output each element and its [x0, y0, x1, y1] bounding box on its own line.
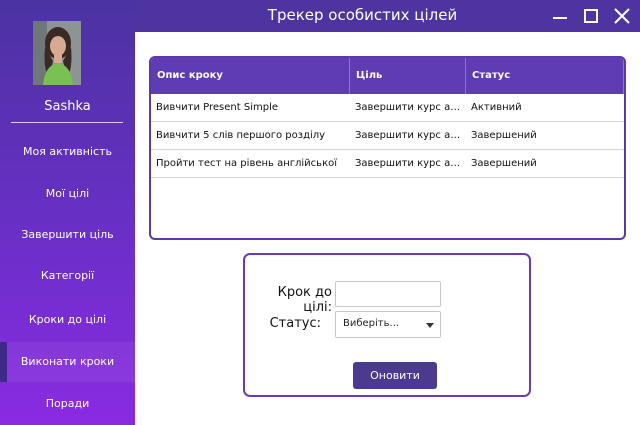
table-row[interactable]: Пройти тест на рівень англійської Заверш…	[151, 150, 624, 178]
nav-item-categories[interactable]: Категорії	[0, 256, 135, 296]
cell-step: Вивчити Present Simple	[156, 102, 279, 113]
close-button[interactable]	[610, 4, 634, 28]
update-button[interactable]: Оновити	[353, 362, 437, 389]
nav-item-my-activity[interactable]: Моя активність	[0, 132, 135, 172]
cell-goal: Завершити курс англ...	[355, 130, 466, 141]
chevron-down-icon	[426, 323, 434, 328]
steps-table: Опис кроку Ціль Статус ⋮ Вивчити Present…	[149, 56, 626, 240]
window-title: Трекер особистих цілей	[267, 6, 458, 24]
update-step-form: Крок до цілі: Статус: Виберіть... Оновит…	[243, 253, 531, 397]
status-select[interactable]: Виберіть...	[335, 311, 441, 338]
cell-status: Активний	[471, 102, 522, 113]
nav-item-complete-steps[interactable]: Виконати кроки	[0, 342, 135, 382]
status-label: Статус:	[269, 316, 321, 331]
user-name: Sashka	[44, 99, 91, 114]
nav-item-complete-goal[interactable]: Завершити ціль	[0, 215, 135, 255]
minimize-icon	[553, 17, 567, 19]
column-header-step[interactable]: Опис кроку	[151, 58, 350, 94]
nav-item-tips[interactable]: Поради	[0, 384, 135, 424]
cell-goal: Завершити курс англ...	[355, 102, 466, 113]
avatar	[33, 21, 81, 85]
cell-status: Завершений	[471, 130, 537, 141]
maximize-button[interactable]	[579, 4, 603, 28]
column-menu-icon[interactable]: ⋮	[620, 66, 624, 76]
column-header-goal[interactable]: Ціль	[350, 58, 466, 94]
cell-goal: Завершити курс англ...	[355, 158, 466, 169]
step-label: Крок до цілі:	[277, 285, 332, 315]
cell-step: Вивчити 5 слів першого розділу	[156, 130, 326, 141]
minimize-button[interactable]	[548, 4, 572, 28]
step-input[interactable]	[335, 281, 441, 307]
table-row[interactable]: Вивчити 5 слів першого розділу Завершити…	[151, 122, 624, 150]
user-divider	[11, 122, 123, 123]
close-icon	[614, 8, 630, 24]
column-header-status[interactable]: Статус	[466, 58, 624, 94]
avatar-image	[33, 21, 81, 85]
cell-status: Завершений	[471, 158, 537, 169]
nav-item-my-goals[interactable]: Мої цілі	[0, 174, 135, 214]
active-nav-indicator	[0, 342, 7, 382]
status-select-value: Виберіть...	[343, 318, 400, 329]
table-row[interactable]: Вивчити Present Simple Завершити курс ан…	[151, 94, 624, 122]
nav-item-goal-steps[interactable]: Кроки до цілі	[0, 300, 135, 340]
sidebar: Sashka Моя активність Мої цілі Завершити…	[0, 0, 135, 425]
cell-step: Пройти тест на рівень англійської	[156, 158, 338, 169]
maximize-icon	[584, 9, 598, 23]
table-header: Опис кроку Ціль Статус ⋮	[151, 58, 624, 94]
